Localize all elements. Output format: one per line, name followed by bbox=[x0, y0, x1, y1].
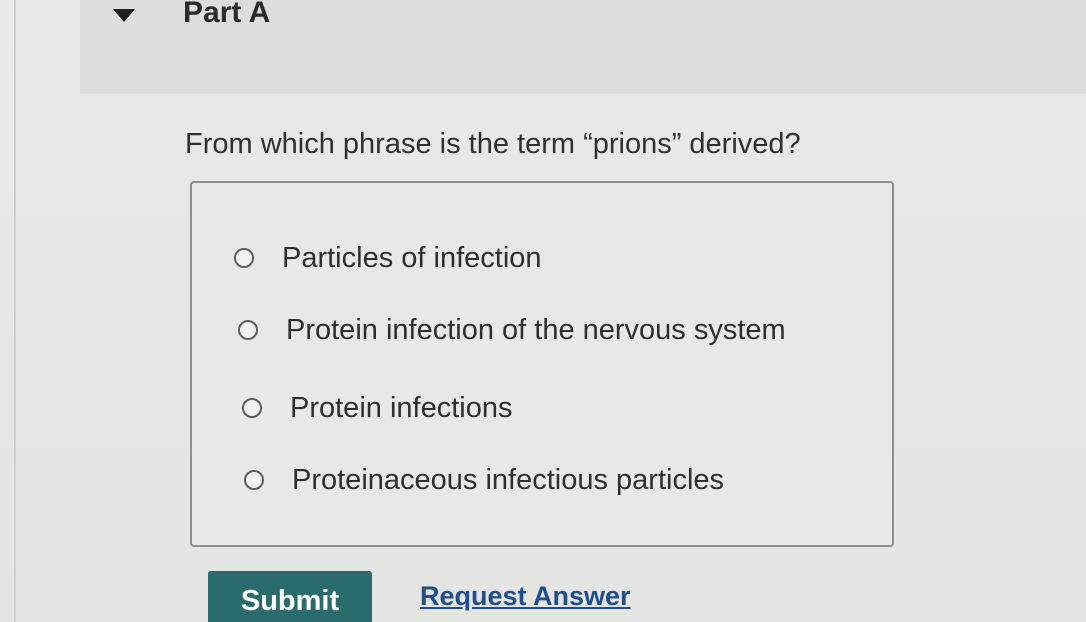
answer-option-4[interactable]: Proteinaceous infectious particles bbox=[244, 463, 724, 497]
request-answer-link[interactable]: Request Answer bbox=[420, 581, 631, 612]
answer-options-box: Particles of infection Protein infection… bbox=[190, 181, 894, 547]
answer-option-label: Proteinaceous infectious particles bbox=[292, 464, 725, 496]
radio-button-icon[interactable] bbox=[244, 470, 264, 490]
radio-button-icon[interactable] bbox=[234, 248, 254, 268]
answer-option-3[interactable]: Protein infections bbox=[242, 391, 512, 425]
left-divider bbox=[14, 0, 16, 622]
page: Part A From which phrase is the term “pr… bbox=[0, 0, 1086, 622]
answer-option-1[interactable]: Particles of infection bbox=[234, 241, 542, 275]
question-text: From which phrase is the term “prions” d… bbox=[185, 128, 801, 160]
collapse-triangle-icon[interactable] bbox=[113, 9, 135, 22]
radio-button-icon[interactable] bbox=[238, 320, 258, 340]
answer-option-label: Protein infections bbox=[290, 392, 513, 424]
radio-button-icon[interactable] bbox=[242, 398, 262, 418]
answer-option-label: Protein infection of the nervous system bbox=[286, 314, 786, 346]
answer-option-2[interactable]: Protein infection of the nervous system bbox=[238, 313, 786, 347]
part-title: Part A bbox=[183, 0, 271, 29]
submit-button[interactable]: Submit bbox=[208, 571, 372, 622]
answer-option-label: Particles of infection bbox=[282, 242, 542, 274]
